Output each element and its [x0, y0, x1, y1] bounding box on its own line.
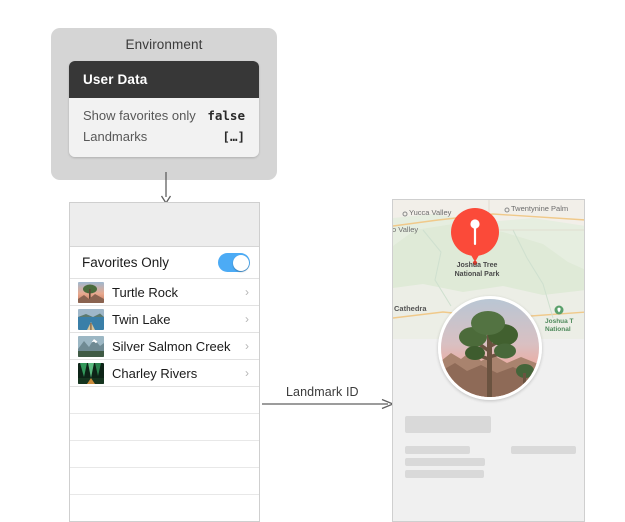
detail-skeleton-bar-side	[511, 446, 576, 454]
favorites-only-toggle[interactable]	[218, 253, 250, 272]
landmark-list-pane: Favorites Only Turtle Rock › Twin Lake ›…	[69, 202, 260, 522]
map-pin-icon[interactable]	[451, 208, 499, 266]
list-item[interactable]: Silver Salmon Creek ›	[70, 333, 259, 360]
down-arrow-icon	[160, 172, 172, 204]
property-value: […]	[222, 129, 245, 144]
list-item[interactable]: Charley Rivers ›	[70, 360, 259, 387]
list-item-empty	[70, 414, 259, 441]
landmark-detail-pane: Yucca Valley o Valley Twentynine Palm Ca…	[392, 199, 585, 522]
detail-skeleton-bar-line1	[405, 446, 470, 454]
joshua-tree-thumb	[78, 281, 104, 303]
detail-skeleton-bar-title	[405, 416, 491, 433]
user-data-card: User Data Show favorites only false Land…	[69, 61, 259, 157]
list-item-label: Charley Rivers	[112, 365, 198, 381]
property-label: Landmarks	[83, 129, 148, 144]
snowy-mountain-thumb	[78, 335, 104, 357]
lake-canoe-thumb	[78, 308, 104, 330]
chevron-right-icon: ›	[245, 285, 249, 299]
list-item-empty	[70, 495, 259, 521]
map-park-marker-label: Joshua T National	[545, 318, 574, 335]
pin-label-line2: National Park	[454, 270, 500, 278]
user-data-properties: Show favorites only false Landmarks […]	[69, 98, 259, 157]
park-label-line1: Joshua T	[545, 318, 574, 325]
list-item-label: Turtle Rock	[112, 284, 178, 300]
list-item[interactable]: Turtle Rock ›	[70, 279, 259, 306]
map-label-morongo-valley: o Valley	[393, 225, 419, 234]
environment-title: Environment	[125, 37, 203, 52]
property-label: Show favorites only	[83, 108, 196, 123]
user-data-header: User Data	[69, 61, 259, 98]
detail-skeleton-bar-line3	[405, 470, 484, 478]
toggle-knob	[232, 254, 249, 271]
list-item-label: Silver Salmon Creek	[112, 338, 231, 354]
chevron-right-icon: ›	[245, 339, 249, 353]
pin-label-line1: Joshua Tree	[456, 262, 498, 269]
map-label-cathedral-city: Cathedra	[394, 304, 427, 313]
environment-container: Environment User Data Show favorites onl…	[51, 28, 277, 180]
park-label-line2: National	[545, 326, 571, 334]
chevron-right-icon: ›	[245, 366, 249, 380]
property-row-landmarks: Landmarks […]	[83, 126, 245, 147]
list-item-empty	[70, 468, 259, 495]
chevron-right-icon: ›	[245, 312, 249, 326]
list-item-label: Twin Lake	[112, 311, 171, 327]
map-label-yucca-valley: Yucca Valley	[409, 208, 452, 217]
favorites-only-label: Favorites Only	[82, 255, 170, 270]
list-item[interactable]: Twin Lake ›	[70, 306, 259, 333]
detail-skeleton-bar-line2	[405, 458, 485, 466]
favorites-only-row[interactable]: Favorites Only	[70, 247, 259, 279]
landmark-hero-image	[438, 296, 542, 400]
list-item-empty	[70, 387, 259, 414]
property-row-show-favorites-only: Show favorites only false	[83, 105, 245, 126]
list-header-strip	[70, 203, 259, 247]
aurora-thumb	[78, 362, 104, 384]
map-pin-label: Joshua Tree National Park	[431, 262, 523, 280]
right-arrow-icon	[262, 398, 394, 410]
map-label-twentynine-palms: Twentynine Palm	[511, 204, 569, 213]
property-value: false	[207, 108, 245, 123]
list-item-empty	[70, 441, 259, 468]
